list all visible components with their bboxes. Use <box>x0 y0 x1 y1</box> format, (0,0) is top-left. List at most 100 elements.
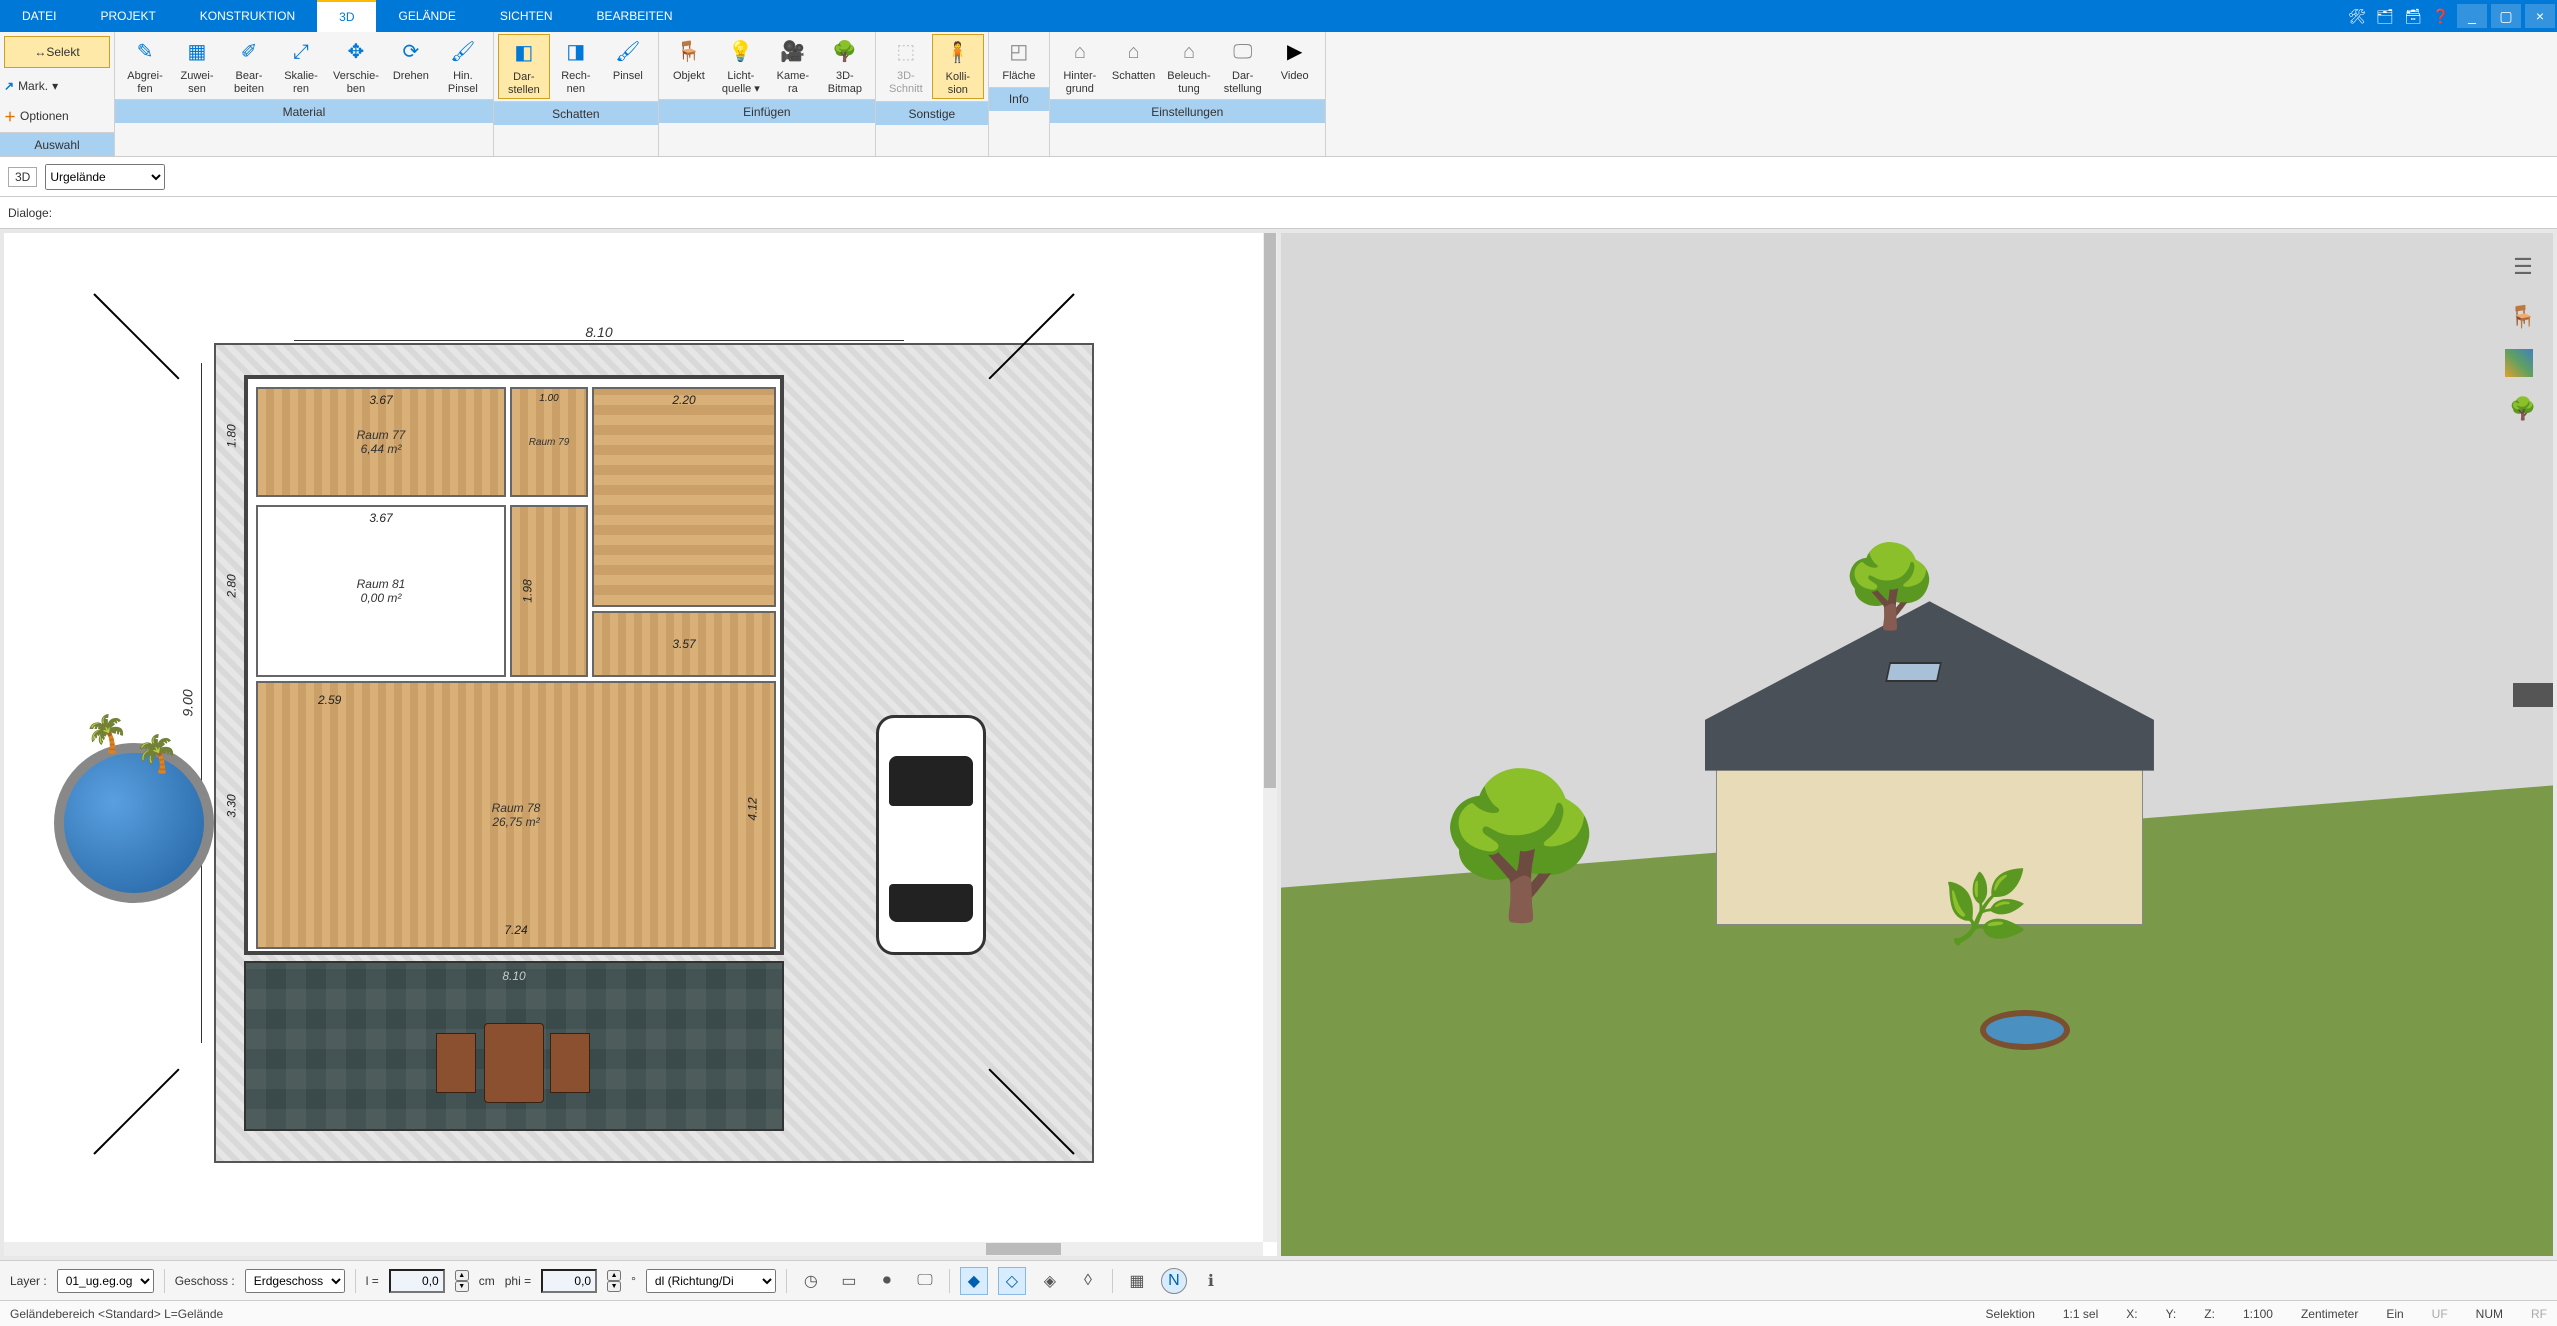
room-79[interactable]: 1.00 Raum 79 <box>510 387 588 497</box>
snap3-icon[interactable]: ◈ <box>1036 1267 1064 1295</box>
btn-3dbitmap[interactable]: 🌳3D- Bitmap <box>819 34 871 97</box>
scrollbar-h[interactable] <box>4 1242 1263 1256</box>
close-button[interactable]: × <box>2525 4 2555 28</box>
hallway[interactable]: 1.98 <box>510 505 588 677</box>
snap2-icon[interactable]: ◇ <box>998 1267 1026 1295</box>
grid-icon[interactable]: ▦ <box>1123 1267 1151 1295</box>
l-up[interactable]: ▲ <box>455 1270 469 1281</box>
menu-projekt[interactable]: PROJEKT <box>78 0 177 32</box>
window-icon[interactable]: ▭ <box>835 1267 863 1295</box>
l-input[interactable] <box>389 1269 445 1293</box>
btn-skalieren[interactable]: ⤢Skalie- ren <box>275 34 327 97</box>
btn-pinsel[interactable]: 🖌Pinsel <box>602 34 654 99</box>
btn-hintergrund[interactable]: ⌂Hinter- grund <box>1054 34 1106 97</box>
btn-bearbeiten[interactable]: ✐Bear- beiten <box>223 34 275 97</box>
direction-select[interactable]: dl (Richtung/Di <box>646 1269 776 1293</box>
light-icon: ⌂ <box>1173 36 1205 68</box>
btn-kollision[interactable]: 🧍Kolli- sion <box>932 34 984 99</box>
btn-kamera[interactable]: 🎥Kame- ra <box>767 34 819 97</box>
dim-height: 9.00 <box>174 363 202 1043</box>
mark-dropdown[interactable]: ↗Mark.▾ <box>4 72 110 100</box>
snap4-icon[interactable]: ◊ <box>1074 1267 1102 1295</box>
menu-bearbeiten[interactable]: BEARBEITEN <box>575 0 695 32</box>
group-auswahl-label: Auswahl <box>0 132 114 156</box>
room-81[interactable]: 3.67 Raum 81 0,00 m² <box>256 505 506 677</box>
dim-r81h: 2.80 <box>225 574 239 597</box>
l-down[interactable]: ▼ <box>455 1281 469 1292</box>
corridor[interactable]: 3.57 <box>592 611 776 677</box>
minimize-button[interactable]: _ <box>2457 4 2487 28</box>
layer-select[interactable]: 01_ug.eg.og <box>57 1269 154 1293</box>
info-icon[interactable]: ℹ <box>1197 1267 1225 1295</box>
phi-input[interactable] <box>541 1269 597 1293</box>
staircase[interactable]: 2.20 <box>592 387 776 607</box>
btn-drehen[interactable]: ⟳Drehen <box>385 34 437 97</box>
btn-darstellung[interactable]: 🖵Dar- stellung <box>1217 34 1269 97</box>
terrain-select[interactable]: Urgelände <box>45 164 165 190</box>
btn-darstellen[interactable]: ◧Dar- stellen <box>498 34 550 99</box>
menu-konstruktion[interactable]: KONSTRUKTION <box>178 0 317 32</box>
help-icon[interactable]: ❓ <box>2429 4 2453 28</box>
phi-up[interactable]: ▲ <box>607 1270 621 1281</box>
phi-down[interactable]: ▼ <box>607 1281 621 1292</box>
chair-icon: 🪑 <box>673 36 705 68</box>
menu-3d[interactable]: 3D <box>317 0 376 32</box>
btn-abgreifen[interactable]: ✎Abgrei- fen <box>119 34 171 97</box>
dialog-label: Dialoge: <box>8 206 52 220</box>
furniture-icon[interactable]: 🪑 <box>2505 299 2541 335</box>
btn-schatten2[interactable]: ⌂Schatten <box>1106 34 1161 97</box>
menu-datei[interactable]: DATEI <box>0 0 78 32</box>
cube-icon: ◧ <box>508 37 540 69</box>
l-label: l = <box>366 1274 379 1288</box>
l-unit: cm <box>479 1274 495 1288</box>
btn-verschieben[interactable]: ✥Verschie- ben <box>327 34 385 97</box>
optionen-button[interactable]: ＋Optionen <box>4 102 110 130</box>
btn-hinpinsel[interactable]: 🖌Hin. Pinsel <box>437 34 489 97</box>
status-num: NUM <box>2476 1307 2503 1321</box>
palette-icon[interactable] <box>2505 349 2533 377</box>
skylight <box>1885 662 1943 682</box>
selekt-button[interactable]: ↔ Selekt <box>4 36 110 68</box>
btn-3dschnitt: ⬚3D- Schnitt <box>880 34 932 99</box>
btn-lichtquelle[interactable]: 💡Licht- quelle ▾ <box>715 34 767 97</box>
screen-icon[interactable]: 🖵 <box>911 1267 939 1295</box>
tree3d-icon: 🌳 <box>1840 540 1940 634</box>
scrollbar-v[interactable] <box>1263 233 1277 1242</box>
record-icon[interactable]: ⏺ <box>873 1267 901 1295</box>
palm-icon: 🌴 <box>84 713 124 753</box>
assign-icon: ▦ <box>181 36 213 68</box>
tools-icon[interactable]: 🛠 <box>2345 4 2369 28</box>
box2-icon[interactable]: 🗃 <box>2401 4 2425 28</box>
section-icon: ⬚ <box>890 36 922 68</box>
layers-icon[interactable]: ☰ <box>2505 249 2541 285</box>
bottom-toolbar: Layer : 01_ug.eg.og Geschoss : Erdgescho… <box>0 1260 2557 1300</box>
status-bar: Geländebereich <Standard> L=Gelände Sele… <box>0 1300 2557 1326</box>
menu-sichten[interactable]: SICHTEN <box>478 0 575 32</box>
room-78[interactable]: 2.59 Raum 78 26,75 m² 7.24 4.12 <box>256 681 776 949</box>
area-icon: ◰ <box>1003 36 1035 68</box>
room-77[interactable]: 3.67 Raum 77 6,44 m² <box>256 387 506 497</box>
tree-side-icon[interactable]: 🌳 <box>2505 391 2541 427</box>
group-info-label: Info <box>989 87 1049 111</box>
btn-rechnen[interactable]: ◨Rech- nen <box>550 34 602 99</box>
dialog-bar: Dialoge: <box>0 197 2557 229</box>
btn-objekt[interactable]: 🪑Objekt <box>663 34 715 97</box>
plan-view[interactable]: 8.10 9.00 🌴 🌴 3.67 Raum 77 6,44 m² <box>4 233 1277 1256</box>
clock-icon[interactable]: ◷ <box>797 1267 825 1295</box>
maximize-button[interactable]: ▢ <box>2491 4 2521 28</box>
3d-view[interactable]: 🌳 🌳 🌿 ☰ 🪑 🌳 <box>1281 233 2554 1256</box>
box1-icon[interactable]: 🗂 <box>2373 4 2397 28</box>
side-handle[interactable] <box>2513 683 2553 707</box>
menu-gelaende[interactable]: GELÄNDE <box>376 0 477 32</box>
phi-unit: ° <box>631 1274 636 1288</box>
camera-icon: 🎥 <box>777 36 809 68</box>
btn-zuweisen[interactable]: ▦Zuwei- sen <box>171 34 223 97</box>
btn-video[interactable]: ▶Video <box>1269 34 1321 97</box>
btn-flaeche[interactable]: ◰Fläche <box>993 34 1045 85</box>
btn-beleuchtung[interactable]: ⌂Beleuch- tung <box>1161 34 1216 97</box>
geschoss-select[interactable]: Erdgeschoss <box>245 1269 345 1293</box>
north-icon[interactable]: N <box>1161 1268 1187 1294</box>
terrace: 8.10 <box>244 961 784 1131</box>
snap1-icon[interactable]: ◆ <box>960 1267 988 1295</box>
dim-width: 8.10 <box>294 313 904 341</box>
